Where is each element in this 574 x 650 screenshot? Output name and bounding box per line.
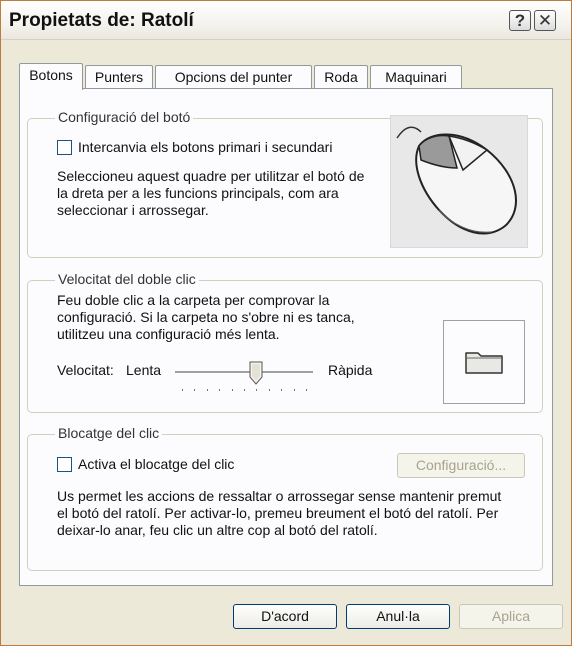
button-config-text-line-3: seleccionar i arrossegar. (57, 202, 209, 218)
tab-maquinari[interactable]: Maquinari (370, 65, 462, 89)
tab-botons[interactable]: Botons (19, 63, 83, 90)
button-config-legend: Configuració del botó (55, 109, 194, 125)
button-config-text-line-2: la dreta per a les funcions principals, … (57, 185, 339, 201)
test-folder-area[interactable] (443, 320, 525, 404)
close-icon: ✕ (537, 11, 553, 30)
apply-button[interactable]: Aplica (459, 604, 563, 629)
slider-tick (207, 389, 208, 391)
click-lock-text-line-2: el botó del ratolí. Per activar-lo, prem… (57, 505, 499, 521)
help-button[interactable]: ? (509, 10, 531, 31)
slider-tick (294, 389, 295, 391)
folder-icon (465, 352, 503, 374)
slider-tick (182, 389, 183, 391)
slider-tick (256, 389, 257, 391)
click-lock-checkbox[interactable] (57, 457, 72, 472)
click-lock-text-line-3: deixar-lo anar, feu clic un altre cop al… (57, 522, 378, 538)
slider-track (175, 371, 313, 374)
double-click-text-line-3: utilitzeu una configuració més lenta. (57, 326, 280, 342)
ok-button[interactable]: D'acord (233, 604, 337, 629)
tab-opcions-del-punter[interactable]: Opcions del punter (155, 65, 312, 89)
tab-punters[interactable]: Punters (85, 65, 153, 89)
slider-tick (269, 389, 270, 391)
window-title: Propietats de: Ratolí (9, 10, 194, 31)
speed-label: Velocitat: (57, 362, 114, 378)
close-button[interactable]: ✕ (534, 10, 556, 31)
double-click-text-line-1: Feu doble clic a la carpeta per comprova… (57, 292, 330, 308)
double-click-text-line-2: configuració. Si la carpeta no s'obre ni… (57, 309, 355, 325)
click-lock-text-line-1: Us permet les accions de ressaltar o arr… (57, 488, 502, 504)
swap-buttons-checkbox[interactable] (57, 140, 72, 155)
swap-buttons-label[interactable]: Intercanvia els botons primari i secunda… (78, 139, 332, 156)
button-config-text-line-1: Seleccioneu aquest quadre per utilitzar … (57, 168, 365, 184)
click-lock-label[interactable]: Activa el blocatge del clic (78, 456, 234, 473)
tab-roda[interactable]: Roda (314, 65, 368, 89)
mouse-preview (390, 115, 528, 248)
slider-tick (232, 389, 233, 391)
title-bar[interactable]: Propietats de: Ratolí ? ✕ (1, 1, 571, 40)
speed-fast-label: Ràpida (328, 362, 373, 378)
slider-tick (281, 389, 282, 391)
slider-tick (194, 389, 195, 391)
slider-tick (219, 389, 220, 391)
slider-tick (244, 389, 245, 391)
double-click-speed-slider[interactable] (175, 359, 313, 399)
slider-thumb[interactable] (249, 361, 263, 385)
click-lock-settings-button[interactable]: Configuració... (397, 453, 525, 478)
cancel-button[interactable]: Anul·la (346, 604, 450, 629)
mouse-icon (396, 126, 517, 235)
double-click-legend: Velocitat del doble clic (55, 271, 199, 287)
click-lock-legend: Blocatge del clic (55, 425, 163, 441)
slider-ticks (175, 389, 313, 393)
speed-slow-label: Lenta (126, 362, 162, 378)
properties-dialog: Propietats de: Ratolí ? ✕ Botons Punters… (0, 0, 572, 646)
slider-tick (306, 389, 307, 391)
